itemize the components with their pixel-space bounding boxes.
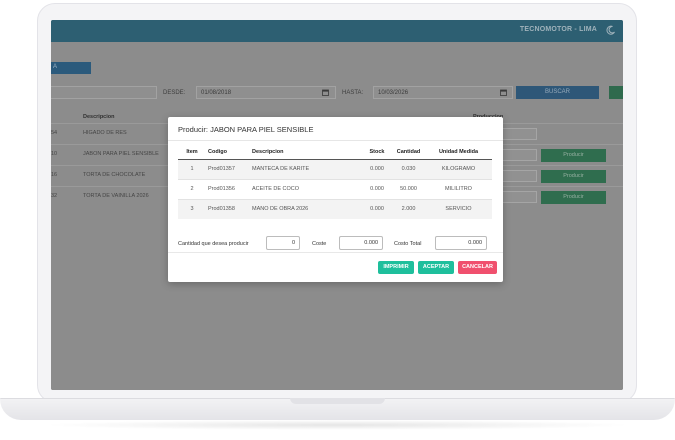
- row-code: 54: [51, 130, 58, 136]
- header-unidad-medida: Unidad Medida: [425, 146, 492, 160]
- produce-modal: Producir: JABON PARA PIEL SENSIBLE Item …: [168, 117, 503, 282]
- print-button[interactable]: IMPRIMIR: [378, 261, 414, 274]
- accept-button[interactable]: ACEPTAR: [418, 261, 454, 274]
- desde-label: DESDE:: [163, 90, 186, 96]
- header-codigo: Codigo: [206, 146, 250, 160]
- cell-cantidad: 50.000: [392, 178, 425, 199]
- row-description: HIGADO DE RES: [83, 130, 127, 136]
- divider: [168, 252, 503, 253]
- hasta-label: HASTA:: [342, 90, 364, 96]
- cell-codigo: Prod01358: [206, 198, 250, 219]
- producir-button[interactable]: Producir: [541, 170, 606, 183]
- qty-input[interactable]: 0: [266, 236, 300, 250]
- cost-label: Coste: [312, 241, 327, 247]
- screen: TECNOMOTOR - LIMA A DESDE: 01/08/2018 HA…: [51, 20, 623, 390]
- cell-item: 1: [178, 158, 206, 179]
- cell-descripcion: MANTECA DE KARITE: [250, 158, 362, 179]
- search-input[interactable]: [51, 86, 157, 99]
- header-cantidad: Cantidad: [392, 146, 425, 160]
- cell-item: 2: [178, 178, 206, 199]
- calendar-icon[interactable]: [500, 89, 507, 96]
- cell-descripcion: ACEITE DE COCO: [250, 178, 362, 199]
- calendar-icon[interactable]: [322, 89, 329, 96]
- cell-stock: 0.000: [362, 158, 392, 179]
- moon-icon[interactable]: [605, 24, 617, 36]
- total-cost-label: Costo Total: [394, 241, 422, 247]
- column-header-descripcion: Descripcion: [83, 114, 115, 120]
- cell-stock: 0.000: [362, 178, 392, 199]
- cancel-button[interactable]: CANCELAR: [458, 261, 497, 274]
- table-header-row: Item Codigo Descripcion Stock Cantidad U…: [178, 146, 492, 160]
- modal-title: Producir: JABON PARA PIEL SENSIBLE: [178, 125, 314, 134]
- tab-label: A: [53, 64, 58, 70]
- cell-stock: 0.000: [362, 198, 392, 219]
- row-description: JABON PARA PIEL SENSIBLE: [83, 151, 159, 157]
- row-code: 10: [51, 151, 58, 157]
- table-row: 3 Prod01358 MANO DE OBRA 2026 0.000 2.00…: [178, 198, 492, 219]
- desde-date-input[interactable]: 01/08/2018: [196, 86, 336, 99]
- divider: [168, 140, 503, 141]
- laptop-notch: [290, 398, 385, 404]
- qty-label: Cantidad que desea producir: [178, 241, 249, 247]
- total-cost-input[interactable]: 0.000: [435, 236, 487, 250]
- action-button[interactable]: [609, 86, 623, 99]
- cell-cantidad: 0.030: [392, 158, 425, 179]
- search-button[interactable]: BUSCAR: [516, 86, 599, 99]
- header-descripcion: Descripcion: [250, 146, 362, 160]
- producir-button[interactable]: Producir: [541, 191, 606, 204]
- laptop-shadow: [40, 420, 635, 430]
- row-code: 32: [51, 193, 58, 199]
- row-description: TORTA DE CHOCOLATE: [83, 172, 146, 178]
- cell-descripcion: MANO DE OBRA 2026: [250, 198, 362, 219]
- producir-button[interactable]: Producir: [541, 149, 606, 162]
- cost-input[interactable]: 0.000: [339, 236, 383, 250]
- cell-unidad: KILOGRAMO: [425, 158, 492, 179]
- header-stock: Stock: [362, 146, 392, 160]
- brand-label: TECNOMOTOR - LIMA: [519, 26, 597, 33]
- cell-item: 3: [178, 198, 206, 219]
- hasta-date-input[interactable]: 10/03/2026: [373, 86, 513, 99]
- row-code: 16: [51, 172, 58, 178]
- cell-cantidad: 2.000: [392, 198, 425, 219]
- app-header: TECNOMOTOR - LIMA: [51, 20, 623, 42]
- ingredients-table: Item Codigo Descripcion Stock Cantidad U…: [178, 146, 492, 219]
- table-row: 2 Prod01356 ACEITE DE COCO 0.000 50.000 …: [178, 178, 492, 199]
- cell-codigo: Prod01357: [206, 158, 250, 179]
- row-description: TORTA DE VAINILLA 2026: [83, 193, 149, 199]
- table-row: 1 Prod01357 MANTECA DE KARITE 0.000 0.03…: [178, 158, 492, 179]
- cell-codigo: Prod01356: [206, 178, 250, 199]
- cell-unidad: MILILITRO: [425, 178, 492, 199]
- cell-unidad: SERVICIO: [425, 198, 492, 219]
- header-item: Item: [178, 146, 206, 160]
